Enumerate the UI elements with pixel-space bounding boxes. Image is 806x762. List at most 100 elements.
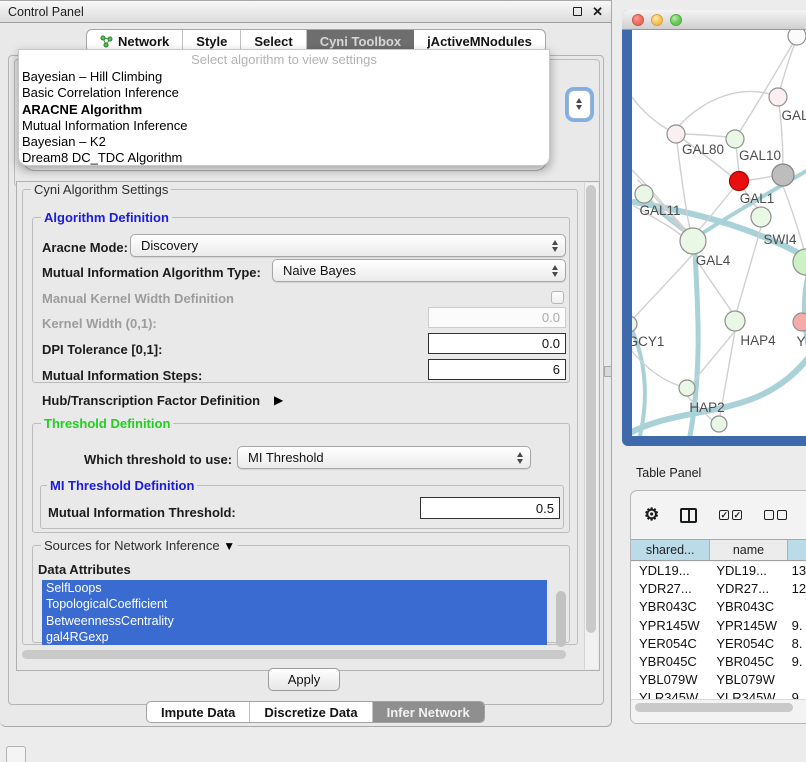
manual-kernel-checkbox[interactable] (551, 291, 564, 304)
table-cell: YDL19... (631, 562, 710, 580)
network-view-window: GALGAL80GAL10GAL1GAL11GAL4GCY1HAP4YHAP2S… (622, 10, 806, 446)
kernel-width-field[interactable]: 0.0 (428, 307, 566, 328)
network-canvas[interactable]: GALGAL80GAL10GAL1GAL11GAL4GCY1HAP4YHAP2S… (632, 30, 806, 436)
split-columns-icon[interactable] (680, 508, 697, 523)
table-cell: YBL079W (710, 671, 787, 689)
tab-label: Cyni Toolbox (320, 34, 401, 49)
node-label: GAL1 (740, 191, 775, 206)
panel-divider-handle[interactable] (604, 366, 612, 377)
float-window-icon[interactable] (573, 7, 582, 16)
network-edge[interactable] (735, 40, 795, 139)
table-toolbar: ⚙ ✓✓ (631, 491, 806, 539)
network-node-hap2[interactable] (679, 380, 695, 396)
dpi-tolerance-value: 0.0 (542, 336, 560, 351)
network-node-gal4[interactable] (680, 228, 706, 254)
node-label: Y (796, 334, 805, 349)
tab-infer-network[interactable]: Infer Network (373, 702, 484, 722)
attribute-item[interactable]: TopologicalCoefficient (42, 596, 547, 612)
table-row[interactable]: YBR043CYBR043C (631, 598, 806, 616)
network-node-gcy1[interactable] (632, 316, 637, 332)
table-cell: 12 (788, 580, 806, 598)
attribute-item[interactable]: BetweennessCentrality (42, 613, 547, 629)
select-all-columns-icon[interactable]: ✓✓ (719, 510, 742, 520)
zoom-traffic-light-icon[interactable] (670, 14, 682, 26)
apply-button[interactable]: Apply (268, 668, 340, 691)
network-node-gal11[interactable] (635, 185, 653, 203)
table-horizontal-scrollbar-thumb[interactable] (635, 703, 793, 712)
collapse-arrow-icon[interactable]: ▼ (223, 539, 235, 553)
tab-discretize-data[interactable]: Discretize Data (250, 702, 372, 722)
table-row[interactable]: YDR27...YDR27...12 (631, 580, 806, 598)
algorithm-dropdown-popup: Select algorithm to view settings Bayesi… (18, 49, 550, 166)
sources-title-wrap: Sources for Network Inference ▼ (41, 538, 238, 553)
algorithm-option[interactable]: Bayesian – K2 (19, 134, 549, 150)
network-node-gal1[interactable] (751, 207, 771, 227)
network-node-gal80[interactable] (667, 125, 685, 143)
network-node-gal10[interactable] (726, 130, 744, 148)
close-traffic-light-icon[interactable] (632, 14, 644, 26)
close-icon[interactable]: ✕ (592, 5, 603, 18)
network-edge[interactable] (634, 254, 693, 318)
mi-threshold-field[interactable]: 0.5 (420, 497, 560, 519)
gear-icon[interactable]: ⚙ (644, 505, 659, 525)
algorithm-option[interactable]: Basic Correlation Inference (19, 85, 549, 101)
table-row[interactable]: YDL19...YDL19...13 (631, 562, 806, 580)
algorithm-option[interactable]: Mutual Information Inference (19, 118, 549, 134)
attributes-scrollbar-thumb[interactable] (556, 591, 566, 647)
network-edge[interactable] (737, 227, 761, 311)
table-cell: YBR043C (710, 598, 787, 616)
minimize-traffic-light-icon[interactable] (651, 14, 663, 26)
mi-steps-field[interactable]: 6 (428, 359, 566, 380)
tab-label: Discretize Data (264, 705, 357, 720)
table-row[interactable]: YBL079WYBL079W (631, 671, 806, 689)
table-cell: YBR043C (631, 598, 710, 616)
which-threshold-select[interactable]: MI Threshold (237, 446, 531, 469)
column-header[interactable] (788, 540, 806, 560)
dpi-tolerance-field[interactable]: 0.0 (428, 333, 566, 354)
apply-button-label: Apply (288, 672, 321, 687)
settings-vertical-scrollbar-thumb[interactable] (586, 185, 596, 633)
network-node[interactable] (730, 172, 749, 191)
node-label: GAL10 (739, 148, 781, 163)
tab-label: Select (254, 34, 292, 49)
network-node-hap4[interactable] (725, 311, 745, 331)
table-cell: YDL19... (710, 562, 787, 580)
network-node[interactable] (788, 30, 806, 45)
node-label: HAP4 (740, 333, 776, 348)
table-row[interactable]: YER054CYER054C8. (631, 635, 806, 653)
algorithm-option[interactable]: Bayesian – Hill Climbing (19, 69, 549, 85)
network-edge[interactable] (679, 92, 778, 126)
node-label: GAL80 (682, 142, 724, 157)
node-label: SWI4 (763, 232, 796, 247)
network-node[interactable] (772, 164, 794, 186)
table-cell: YDR27... (710, 580, 787, 598)
column-header[interactable]: shared... (631, 540, 710, 560)
tab-label: jActiveMNodules (427, 34, 532, 49)
focused-combobox-stepper[interactable] (568, 90, 591, 119)
algorithm-option[interactable]: Dream8 DC_TDC Algorithm (19, 150, 549, 166)
attribute-item[interactable]: gal4RGexp (42, 629, 547, 645)
network-node-y[interactable] (793, 313, 806, 331)
window-title: Control Panel (8, 5, 84, 19)
tab-impute-data[interactable]: Impute Data (147, 702, 250, 722)
table-row[interactable]: YBR045CYBR045C9. (631, 653, 806, 671)
expand-arrow-icon[interactable]: ▶ (274, 393, 283, 407)
algorithm-option[interactable]: ARACNE Algorithm (19, 102, 549, 118)
settings-horizontal-scrollbar-thumb[interactable] (22, 650, 566, 659)
aracne-mode-select[interactable]: Discovery (130, 234, 566, 257)
bottom-tabbar: Impute Data Discretize Data Infer Network (146, 701, 485, 723)
control-panel-window: Control Panel ✕ NetworkStyleSelectCyni T… (0, 0, 612, 727)
data-attributes-list[interactable]: SelfLoopsTopologicalCoefficientBetweenne… (42, 580, 547, 645)
mi-type-select[interactable]: Naive Bayes (272, 259, 566, 282)
network-node[interactable] (711, 416, 727, 432)
attribute-item[interactable]: SelfLoops (42, 580, 547, 596)
mi-type-value: Naive Bayes (283, 263, 356, 278)
tab-label: Style (196, 34, 227, 49)
float-panel-icon[interactable] (6, 746, 26, 762)
network-node-gal[interactable] (769, 88, 787, 106)
aracne-mode-label: Aracne Mode: (42, 240, 128, 255)
table-row[interactable]: YPR145WYPR145W9. (631, 617, 806, 635)
mi-type-label: Mutual Information Algorithm Type: (42, 265, 261, 280)
deselect-all-columns-icon[interactable] (764, 510, 787, 520)
column-header[interactable]: name (710, 540, 787, 560)
